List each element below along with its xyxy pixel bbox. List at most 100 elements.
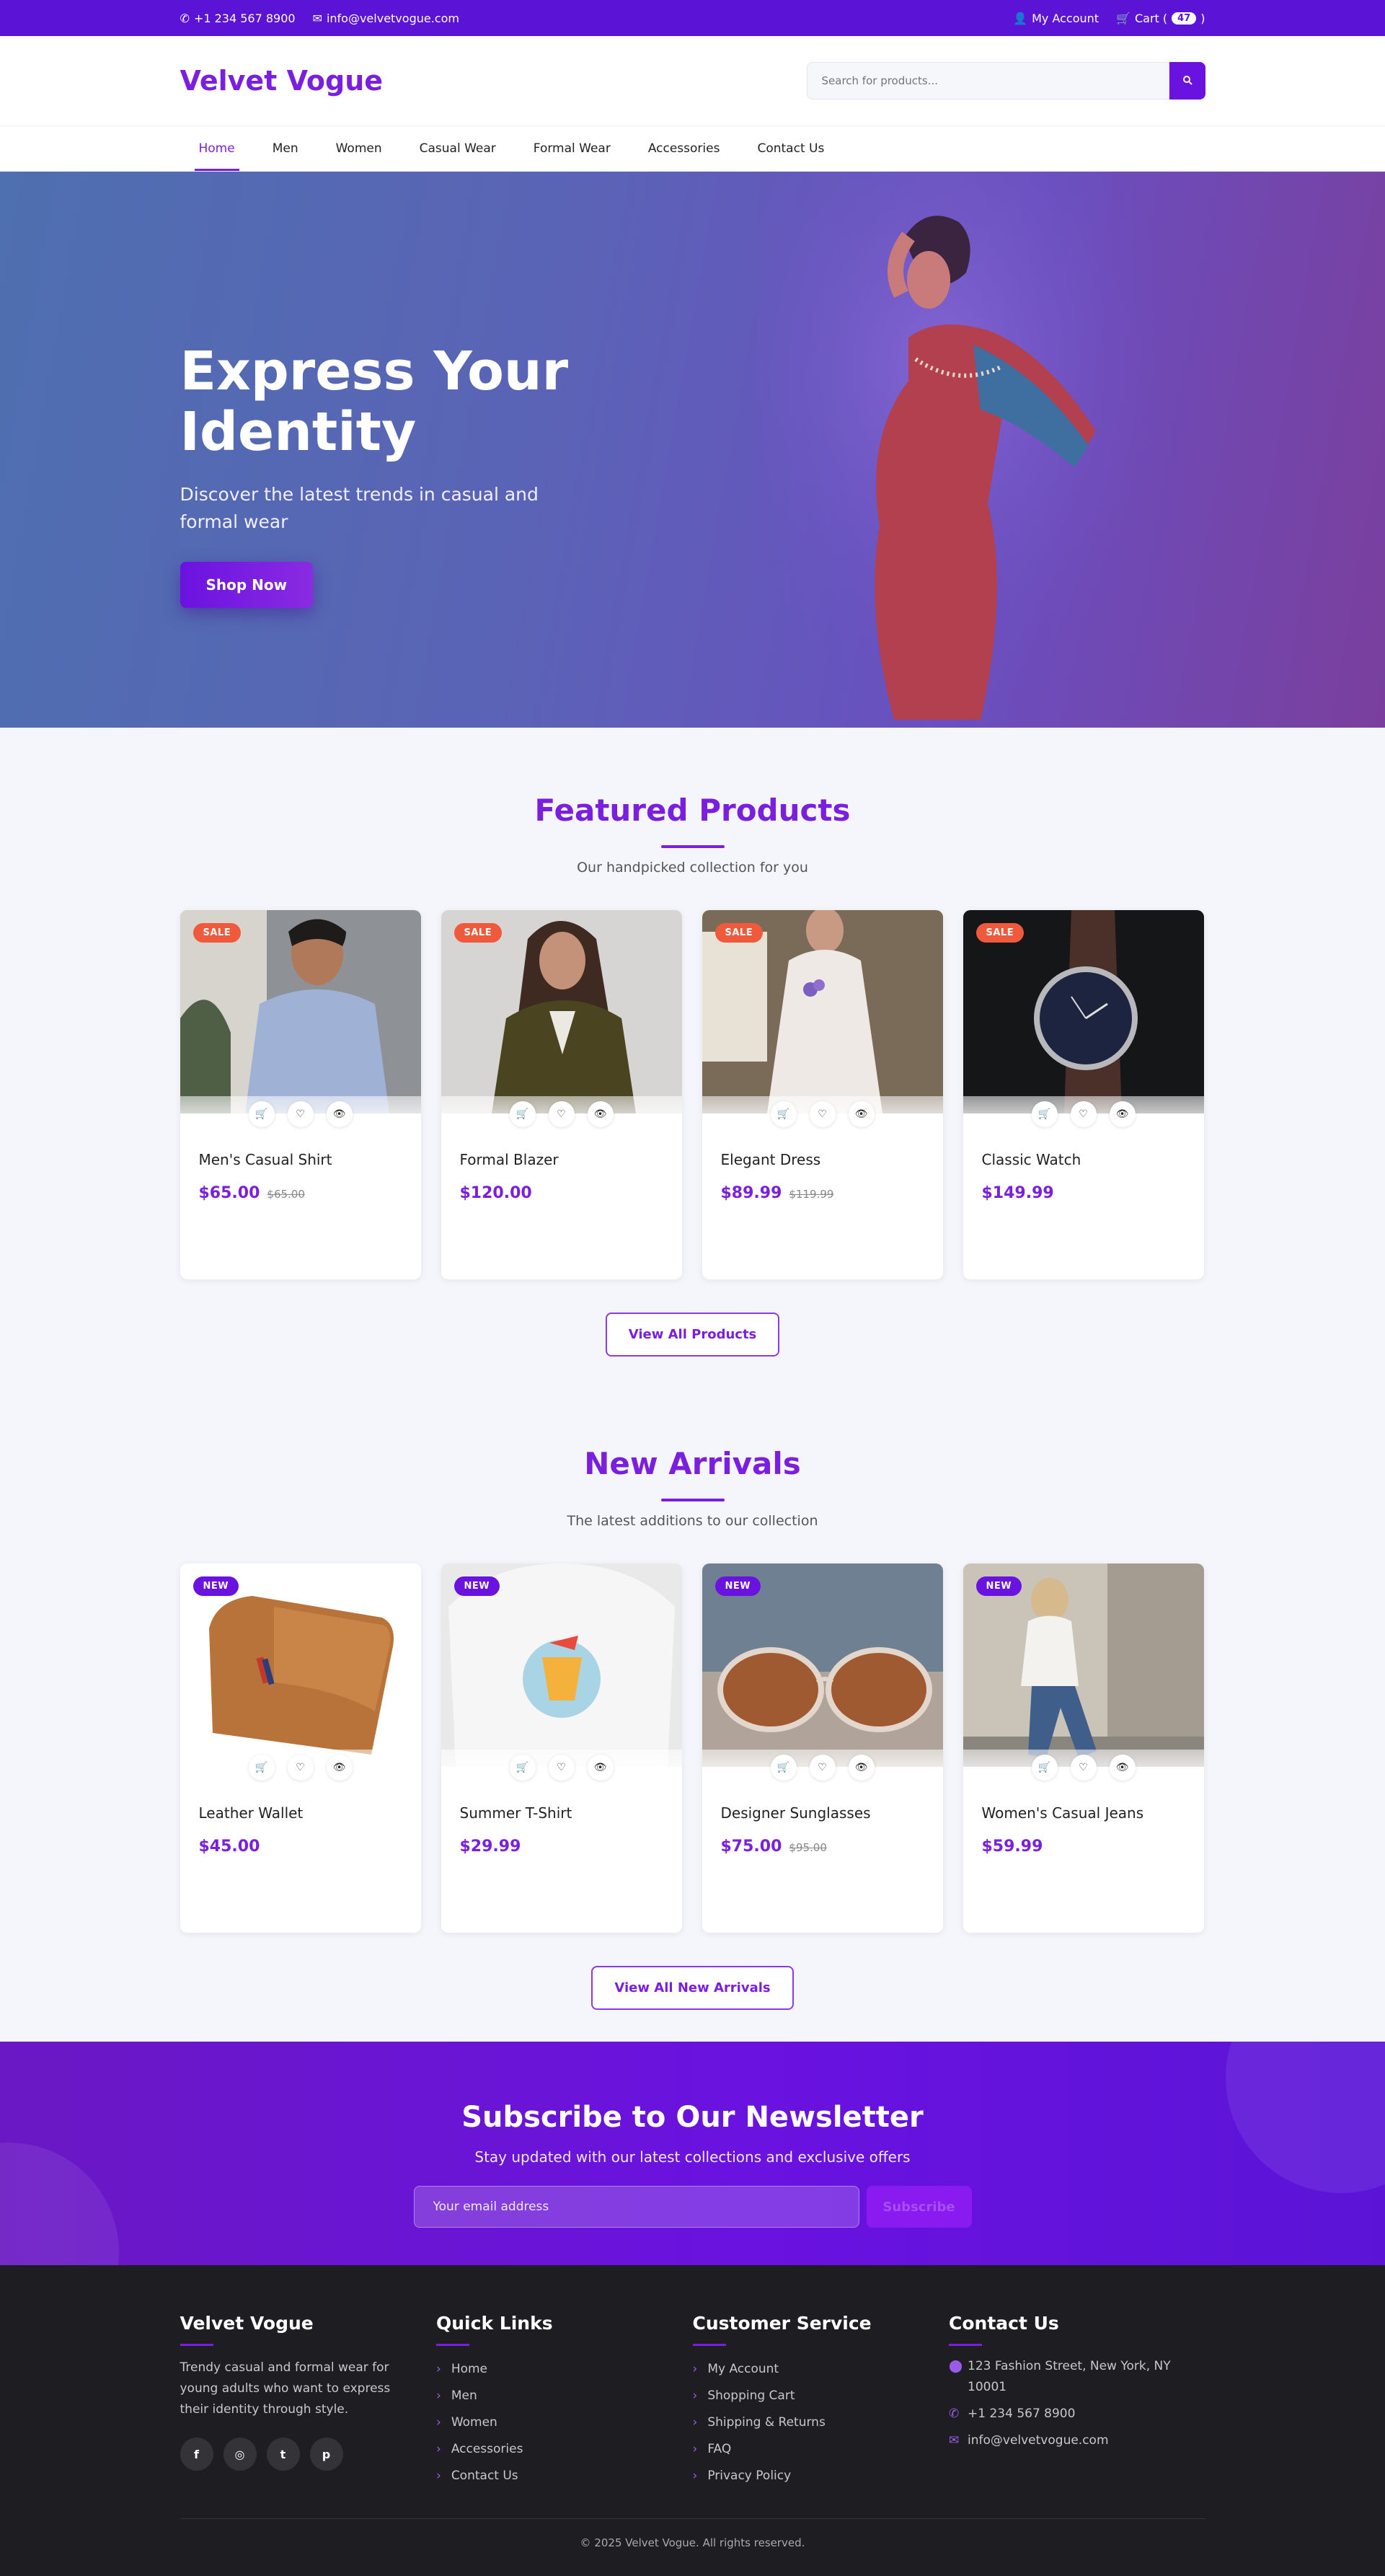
cart-link[interactable]: 🛒 Cart ( 47 ) (1116, 12, 1205, 25)
product-image-classic-watch[interactable]: SALE (963, 910, 1204, 1113)
product-name[interactable]: Classic Watch (982, 1151, 1185, 1168)
nav-casual-wear[interactable]: Casual Wear (401, 126, 515, 171)
product-actions: 🛒 ♡ 👁 (963, 1750, 1204, 1786)
heading-underline (180, 2344, 213, 2346)
add-to-cart-icon[interactable]: 🛒 (248, 1755, 275, 1781)
pinterest-icon[interactable]: p (309, 2438, 343, 2471)
nav-accessories[interactable]: Accessories (629, 126, 739, 171)
product-old-price: $65.00 (267, 1188, 305, 1201)
site-logo[interactable]: Velvet Vogue (180, 65, 384, 97)
nav-home[interactable]: Home (180, 126, 254, 171)
site-footer: Velvet Vogue Trendy casual and formal we… (0, 2265, 1385, 2576)
product-image-womens-jeans[interactable]: NEW (963, 1563, 1204, 1767)
add-to-cart-icon[interactable]: 🛒 (248, 1101, 275, 1127)
footer-link-shipping[interactable]: Shipping & Returns (693, 2409, 950, 2436)
view-all-products-button[interactable]: View All Products (605, 1313, 780, 1357)
view-all-arrivals-button[interactable]: View All New Arrivals (591, 1966, 794, 2010)
wishlist-heart-icon[interactable]: ♡ (548, 1755, 575, 1781)
nav-contact-us[interactable]: Contact Us (738, 126, 843, 171)
add-to-cart-icon[interactable]: 🛒 (1031, 1755, 1058, 1781)
footer-link-men[interactable]: Men (436, 2383, 693, 2409)
footer-link-home[interactable]: Home (436, 2356, 693, 2383)
footer-contact: Contact Us ⬤ 123 Fashion Street, New Yor… (949, 2313, 1205, 2489)
footer-link-faq[interactable]: FAQ (693, 2436, 950, 2463)
product-name[interactable]: Formal Blazer (460, 1151, 663, 1168)
quick-view-eye-icon[interactable]: 👁 (326, 1755, 353, 1781)
wishlist-heart-icon[interactable]: ♡ (548, 1101, 575, 1127)
product-card[interactable]: NEW 🛒 ♡ 👁 Designer Sunglasses $75.00 $95… (702, 1563, 943, 1933)
quick-view-eye-icon[interactable]: 👁 (1109, 1755, 1136, 1781)
contact-title: Contact Us (949, 2313, 1059, 2334)
quick-view-eye-icon[interactable]: 👁 (848, 1101, 875, 1127)
facebook-icon[interactable]: f (180, 2438, 213, 2471)
product-card[interactable]: NEW 🛒 ♡ 👁 Summer T-Shirt $29.99 (441, 1563, 682, 1933)
nav-men[interactable]: Men (254, 126, 317, 171)
product-image-designer-sunglasses[interactable]: NEW (702, 1563, 943, 1767)
product-card[interactable]: SALE 🛒 ♡ 👁 Classic Watch $149.99 (963, 910, 1204, 1279)
quick-view-eye-icon[interactable]: 👁 (587, 1101, 614, 1127)
footer-link-cart[interactable]: Shopping Cart (693, 2383, 950, 2409)
product-price: $29.99 (459, 1838, 521, 1856)
product-image-leather-wallet[interactable]: NEW (180, 1563, 421, 1767)
product-card[interactable]: NEW 🛒 ♡ 👁 Women's Casual Jeans $59.99 (963, 1563, 1204, 1933)
topbar-phone[interactable]: ✆ +1 234 567 8900 (180, 12, 296, 25)
product-image-formal-blazer[interactable]: SALE (441, 910, 682, 1113)
footer-link-privacy[interactable]: Privacy Policy (693, 2463, 950, 2489)
wishlist-heart-icon[interactable]: ♡ (1070, 1101, 1097, 1127)
product-image-elegant-dress[interactable]: SALE (702, 910, 943, 1113)
mail-icon: ✉ (949, 2433, 960, 2448)
product-name[interactable]: Men's Casual Shirt (199, 1151, 402, 1168)
instagram-icon[interactable]: ◎ (223, 2438, 257, 2471)
add-to-cart-icon[interactable]: 🛒 (509, 1101, 536, 1127)
product-name[interactable]: Elegant Dress (721, 1151, 924, 1168)
nav-formal-wear[interactable]: Formal Wear (515, 126, 629, 171)
footer-link-account[interactable]: My Account (693, 2356, 950, 2383)
hero-banner: Express Your Identity Discover the lates… (0, 172, 1385, 728)
search-input[interactable] (806, 62, 1169, 100)
quick-view-eye-icon[interactable]: 👁 (848, 1755, 875, 1781)
sale-badge: SALE (714, 923, 764, 943)
product-card[interactable]: SALE 🛒 ♡ 👁 Formal Blazer $120.00 (441, 910, 682, 1279)
footer-link-contact[interactable]: Contact Us (436, 2463, 693, 2489)
quick-view-eye-icon[interactable]: 👁 (587, 1755, 614, 1781)
shop-now-button[interactable]: Shop Now (180, 562, 314, 608)
product-image-summer-tshirt[interactable]: NEW (441, 1563, 682, 1767)
my-account-link[interactable]: 👤 My Account (1013, 12, 1099, 25)
quick-view-eye-icon[interactable]: 👁 (1109, 1101, 1136, 1127)
phone-icon: ✆ (949, 2407, 960, 2421)
product-name[interactable]: Women's Casual Jeans (982, 1804, 1185, 1822)
wishlist-heart-icon[interactable]: ♡ (287, 1755, 314, 1781)
product-name[interactable]: Designer Sunglasses (721, 1804, 924, 1822)
add-to-cart-icon[interactable]: 🛒 (770, 1755, 797, 1781)
nav-women[interactable]: Women (317, 126, 401, 171)
user-icon: 👤 (1013, 11, 1028, 25)
wishlist-heart-icon[interactable]: ♡ (1070, 1755, 1097, 1781)
add-to-cart-icon[interactable]: 🛒 (509, 1755, 536, 1781)
add-to-cart-icon[interactable]: 🛒 (1031, 1101, 1058, 1127)
footer-phone[interactable]: ✆ +1 234 567 8900 (949, 2404, 1187, 2425)
wishlist-heart-icon[interactable]: ♡ (809, 1101, 836, 1127)
subscribe-button[interactable]: Subscribe (866, 2186, 972, 2228)
twitter-icon[interactable]: t (266, 2438, 300, 2471)
product-actions: 🛒 ♡ 👁 (180, 1750, 421, 1786)
newsletter-email-input[interactable] (413, 2186, 859, 2228)
product-price: $75.00 (720, 1838, 782, 1856)
quick-view-eye-icon[interactable]: 👁 (326, 1101, 353, 1127)
search-button[interactable] (1169, 62, 1205, 100)
product-card[interactable]: SALE 🛒 ♡ 👁 Men's Casual Shirt $65.00 $65… (180, 910, 421, 1279)
product-actions: 🛒 ♡ 👁 (441, 1750, 682, 1786)
product-name[interactable]: Summer T-Shirt (460, 1804, 663, 1822)
product-card[interactable]: NEW 🛒 ♡ 👁 Leather Wallet $45.00 (180, 1563, 421, 1933)
footer-link-accessories[interactable]: Accessories (436, 2436, 693, 2463)
wishlist-heart-icon[interactable]: ♡ (809, 1755, 836, 1781)
footer-link-women[interactable]: Women (436, 2409, 693, 2436)
topbar-email[interactable]: ✉ info@velvetvogue.com (313, 12, 459, 25)
footer-email[interactable]: ✉ info@velvetvogue.com (949, 2430, 1187, 2451)
wishlist-heart-icon[interactable]: ♡ (287, 1101, 314, 1127)
product-card[interactable]: SALE 🛒 ♡ 👁 Elegant Dress $89.99 $119.99 (702, 910, 943, 1279)
site-header: Velvet Vogue (0, 36, 1385, 125)
product-image-mens-shirt[interactable]: SALE (180, 910, 421, 1113)
product-name[interactable]: Leather Wallet (199, 1804, 402, 1822)
product-old-price: $95.00 (789, 1841, 827, 1854)
add-to-cart-icon[interactable]: 🛒 (770, 1101, 797, 1127)
